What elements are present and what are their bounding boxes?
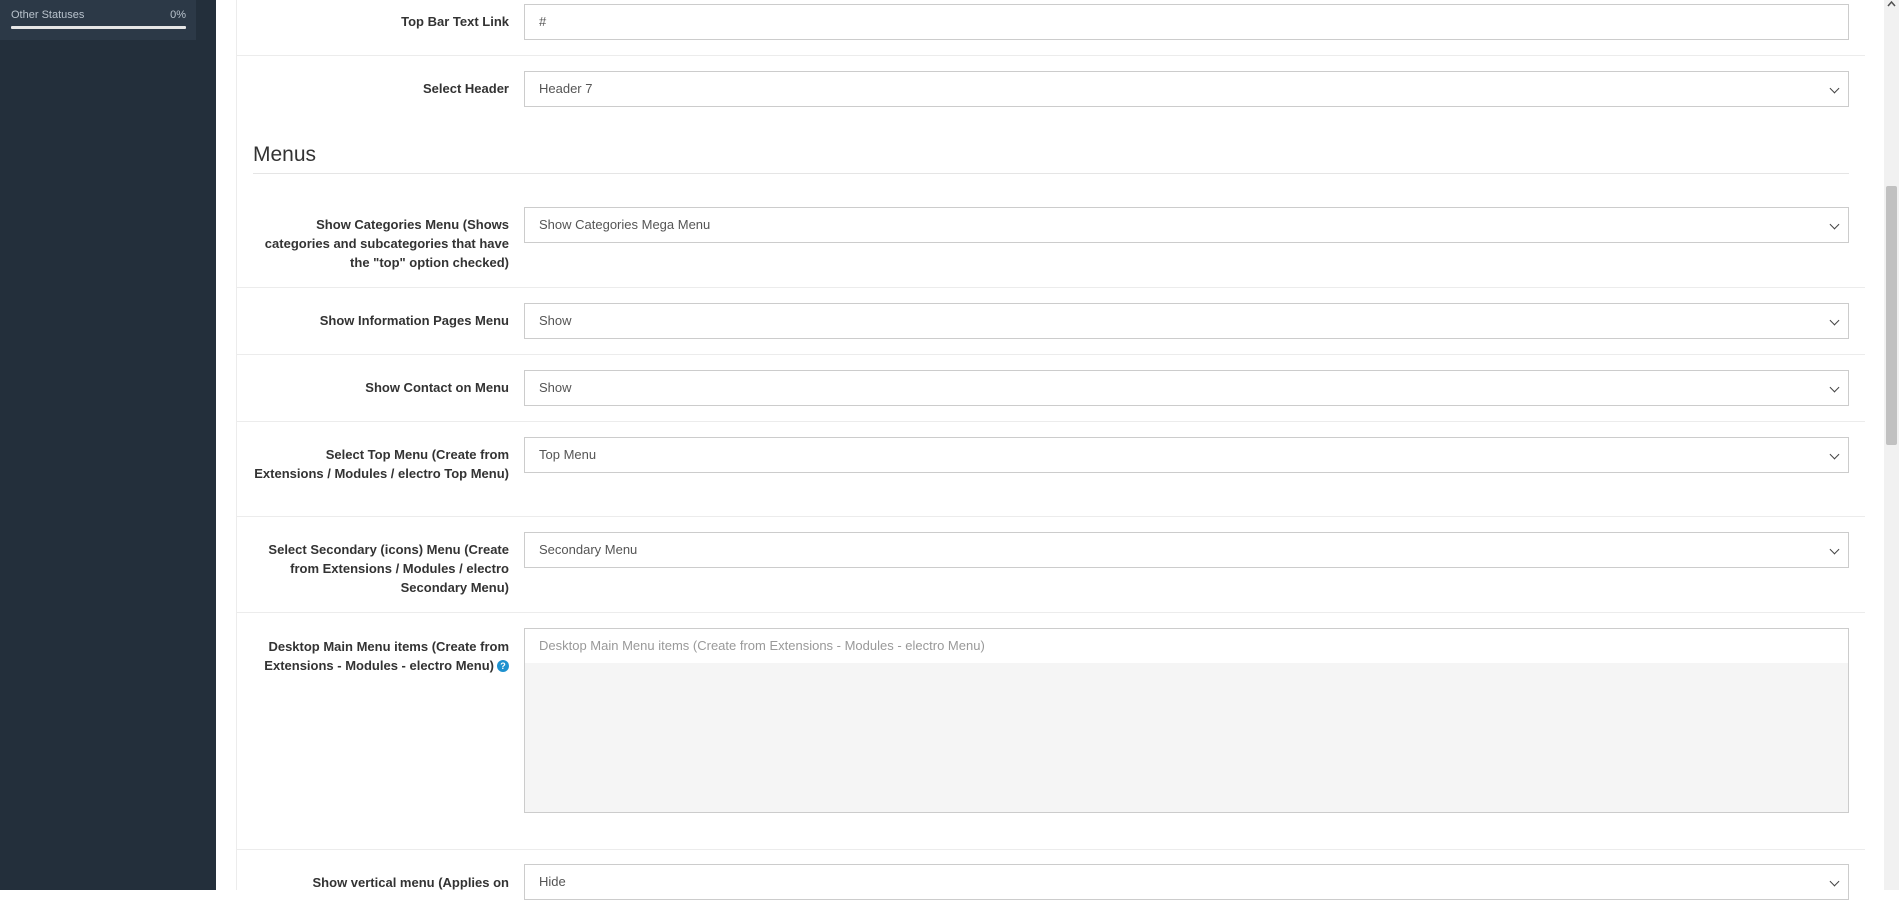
desktop-main-menu-items-label-wrap: Desktop Main Menu items (Create from Ext…	[253, 637, 509, 675]
show-vertical-menu-label: Show vertical menu (Applies on	[312, 875, 509, 890]
stat-label: Other Statuses	[11, 9, 85, 21]
show-contact-on-menu-label: Show Contact on Menu	[365, 380, 509, 395]
show-contact-on-menu-select[interactable]: Show	[524, 370, 1849, 406]
row-top-bar-text-link: Top Bar Text Link #	[237, 0, 1865, 56]
select-header-label: Select Header	[423, 81, 509, 96]
scroll-up-arrow-icon[interactable]	[1887, 0, 1896, 9]
scroll-thumb[interactable]	[1886, 186, 1897, 445]
row-show-contact-on-menu: Show Contact on Menu Show	[237, 355, 1865, 422]
select-secondary-menu-select[interactable]: Secondary Menu	[524, 532, 1849, 568]
select-top-menu-select[interactable]: Top Menu	[524, 437, 1849, 473]
show-vertical-menu-value: Hide	[539, 874, 566, 889]
show-categories-menu-select[interactable]: Show Categories Mega Menu	[524, 207, 1849, 243]
desktop-main-menu-items-list[interactable]	[524, 663, 1849, 813]
stat-progress-bar	[11, 26, 186, 29]
desktop-main-menu-items-autocomplete-input[interactable]: Desktop Main Menu items (Create from Ext…	[524, 628, 1849, 664]
stat-value: 0%	[170, 9, 186, 21]
page-scrollbar[interactable]	[1884, 0, 1899, 890]
sidebar: Other Statuses 0%	[0, 0, 216, 890]
sidebar-stat-other-statuses: Other Statuses 0%	[0, 0, 196, 40]
show-vertical-menu-select[interactable]: Hide	[524, 864, 1849, 900]
settings-form-panel: Top Bar Text Link # Select Header Header…	[236, 0, 1865, 900]
show-information-pages-menu-value: Show	[539, 313, 572, 328]
row-show-categories-menu: Show Categories Menu (Shows categories a…	[237, 174, 1865, 288]
show-categories-menu-value: Show Categories Mega Menu	[539, 217, 711, 232]
row-show-vertical-menu: Show vertical menu (Applies on Hide	[237, 850, 1865, 900]
select-top-menu-value: Top Menu	[539, 447, 597, 462]
top-bar-text-link-label: Top Bar Text Link	[401, 14, 509, 29]
row-show-information-pages-menu: Show Information Pages Menu Show	[237, 288, 1865, 355]
section-title-menus: Menus	[253, 143, 317, 166]
question-circle-icon[interactable]: ?	[497, 660, 509, 672]
select-secondary-menu-value: Secondary Menu	[539, 542, 638, 557]
select-secondary-menu-label: Select Secondary (icons) Menu (Create fr…	[268, 542, 509, 595]
show-information-pages-menu-select[interactable]: Show	[524, 303, 1849, 339]
select-header-value: Header 7	[539, 81, 593, 96]
top-bar-text-link-value: #	[539, 14, 547, 29]
desktop-main-menu-items-placeholder: Desktop Main Menu items (Create from Ext…	[539, 638, 985, 653]
select-top-menu-label: Select Top Menu (Create from Extensions …	[254, 447, 509, 481]
desktop-main-menu-items-label: Desktop Main Menu items (Create from Ext…	[264, 639, 509, 673]
select-header-select[interactable]: Header 7	[524, 71, 1849, 107]
row-select-secondary-menu: Select Secondary (icons) Menu (Create fr…	[237, 517, 1865, 613]
show-categories-menu-label: Show Categories Menu (Shows categories a…	[264, 217, 509, 270]
row-select-header: Select Header Header 7	[237, 56, 1865, 126]
row-select-top-menu: Select Top Menu (Create from Extensions …	[237, 422, 1865, 517]
show-information-pages-menu-label: Show Information Pages Menu	[319, 313, 509, 328]
top-bar-text-link-input[interactable]: #	[524, 4, 1849, 40]
show-contact-on-menu-value: Show	[539, 380, 572, 395]
